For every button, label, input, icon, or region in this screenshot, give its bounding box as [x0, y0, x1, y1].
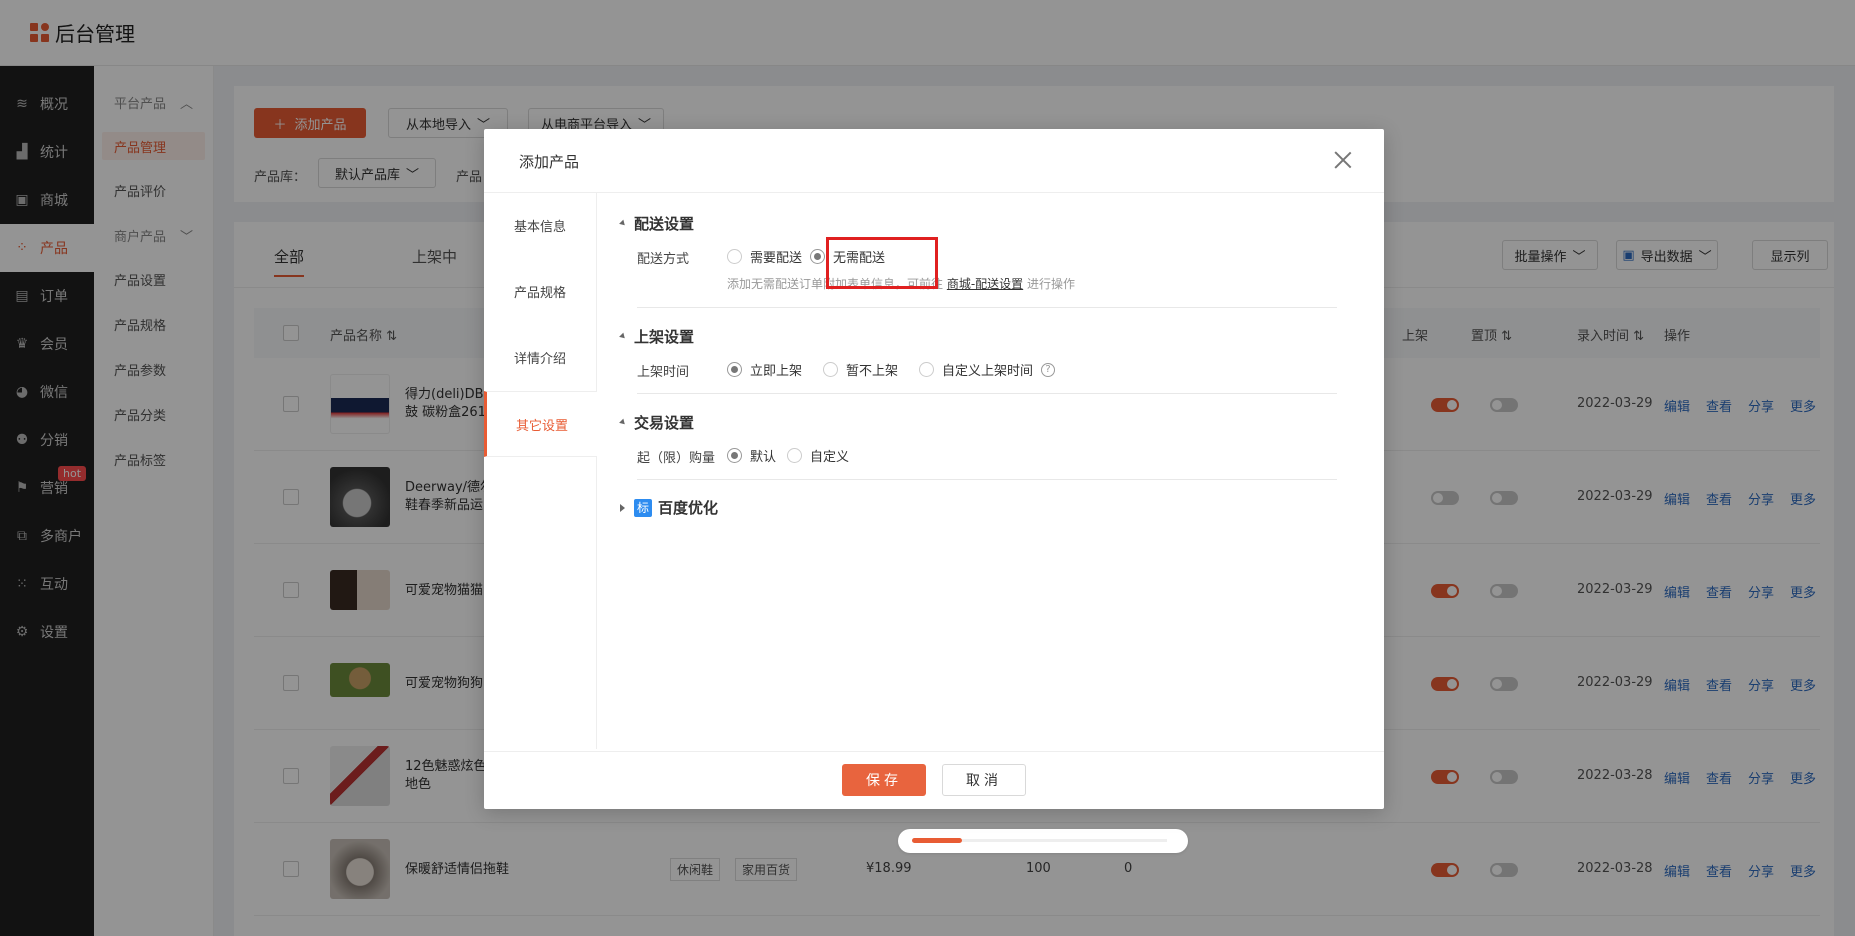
scroll-progress	[898, 829, 1188, 853]
radio-limit-default[interactable]: 默认	[727, 446, 776, 465]
help-icon[interactable]: ?	[1041, 362, 1056, 377]
radio-list-custom[interactable]: 自定义上架时间?	[919, 360, 1056, 379]
radio-limit-custom[interactable]: 自定义	[787, 446, 849, 465]
delivery-section-title[interactable]: 配送设置	[619, 213, 694, 234]
caret-right-icon	[620, 503, 625, 512]
cancel-button[interactable]: 取消	[942, 764, 1026, 796]
close-icon[interactable]	[1330, 147, 1356, 173]
divider	[637, 393, 1337, 394]
caret-down-icon	[619, 332, 627, 341]
modal-tab-spec[interactable]: 产品规格	[484, 259, 596, 325]
radio-list-later[interactable]: 暂不上架	[823, 360, 898, 379]
listing-section-title[interactable]: 上架设置	[619, 326, 694, 347]
trade-section-title[interactable]: 交易设置	[619, 412, 694, 433]
modal-footer: 保存 取消	[484, 751, 1384, 809]
modal-tab-detail[interactable]: 详情介绍	[484, 325, 596, 391]
purchase-limit-label: 起（限）购量	[637, 451, 716, 466]
radio-need-delivery[interactable]: 需要配送	[727, 247, 802, 266]
caret-down-icon	[619, 219, 627, 228]
delivery-method-label: 配送方式	[637, 252, 690, 267]
save-button[interactable]: 保存	[842, 764, 926, 796]
modal-title: 添加产品	[519, 153, 580, 171]
seo-section-title[interactable]: 标百度优化	[620, 497, 718, 518]
modal-body: 配送设置 配送方式 需要配送 无需配送 添加无需配送订单附加表单信息，可前往 商…	[597, 193, 1384, 749]
modal-tab-basic-info[interactable]: 基本信息	[484, 193, 596, 259]
listing-time-label: 上架时间	[637, 365, 690, 380]
modal-header: 添加产品	[484, 129, 1384, 193]
modal-side-tabs: 基本信息 产品规格 详情介绍 其它设置	[484, 193, 597, 749]
divider	[637, 479, 1337, 480]
divider	[637, 307, 1337, 308]
modal-tab-other-settings[interactable]: 其它设置	[484, 391, 597, 457]
caret-down-icon	[619, 418, 627, 427]
radio-list-now[interactable]: 立即上架	[727, 360, 802, 379]
highlight-annotation	[826, 237, 938, 289]
delivery-settings-link[interactable]: 商城-配送设置	[947, 277, 1023, 291]
baidu-tag-icon: 标	[634, 498, 652, 517]
add-product-modal: 添加产品 基本信息 产品规格 详情介绍 其它设置 配送设置 配送方式 需要配送 …	[484, 129, 1384, 809]
